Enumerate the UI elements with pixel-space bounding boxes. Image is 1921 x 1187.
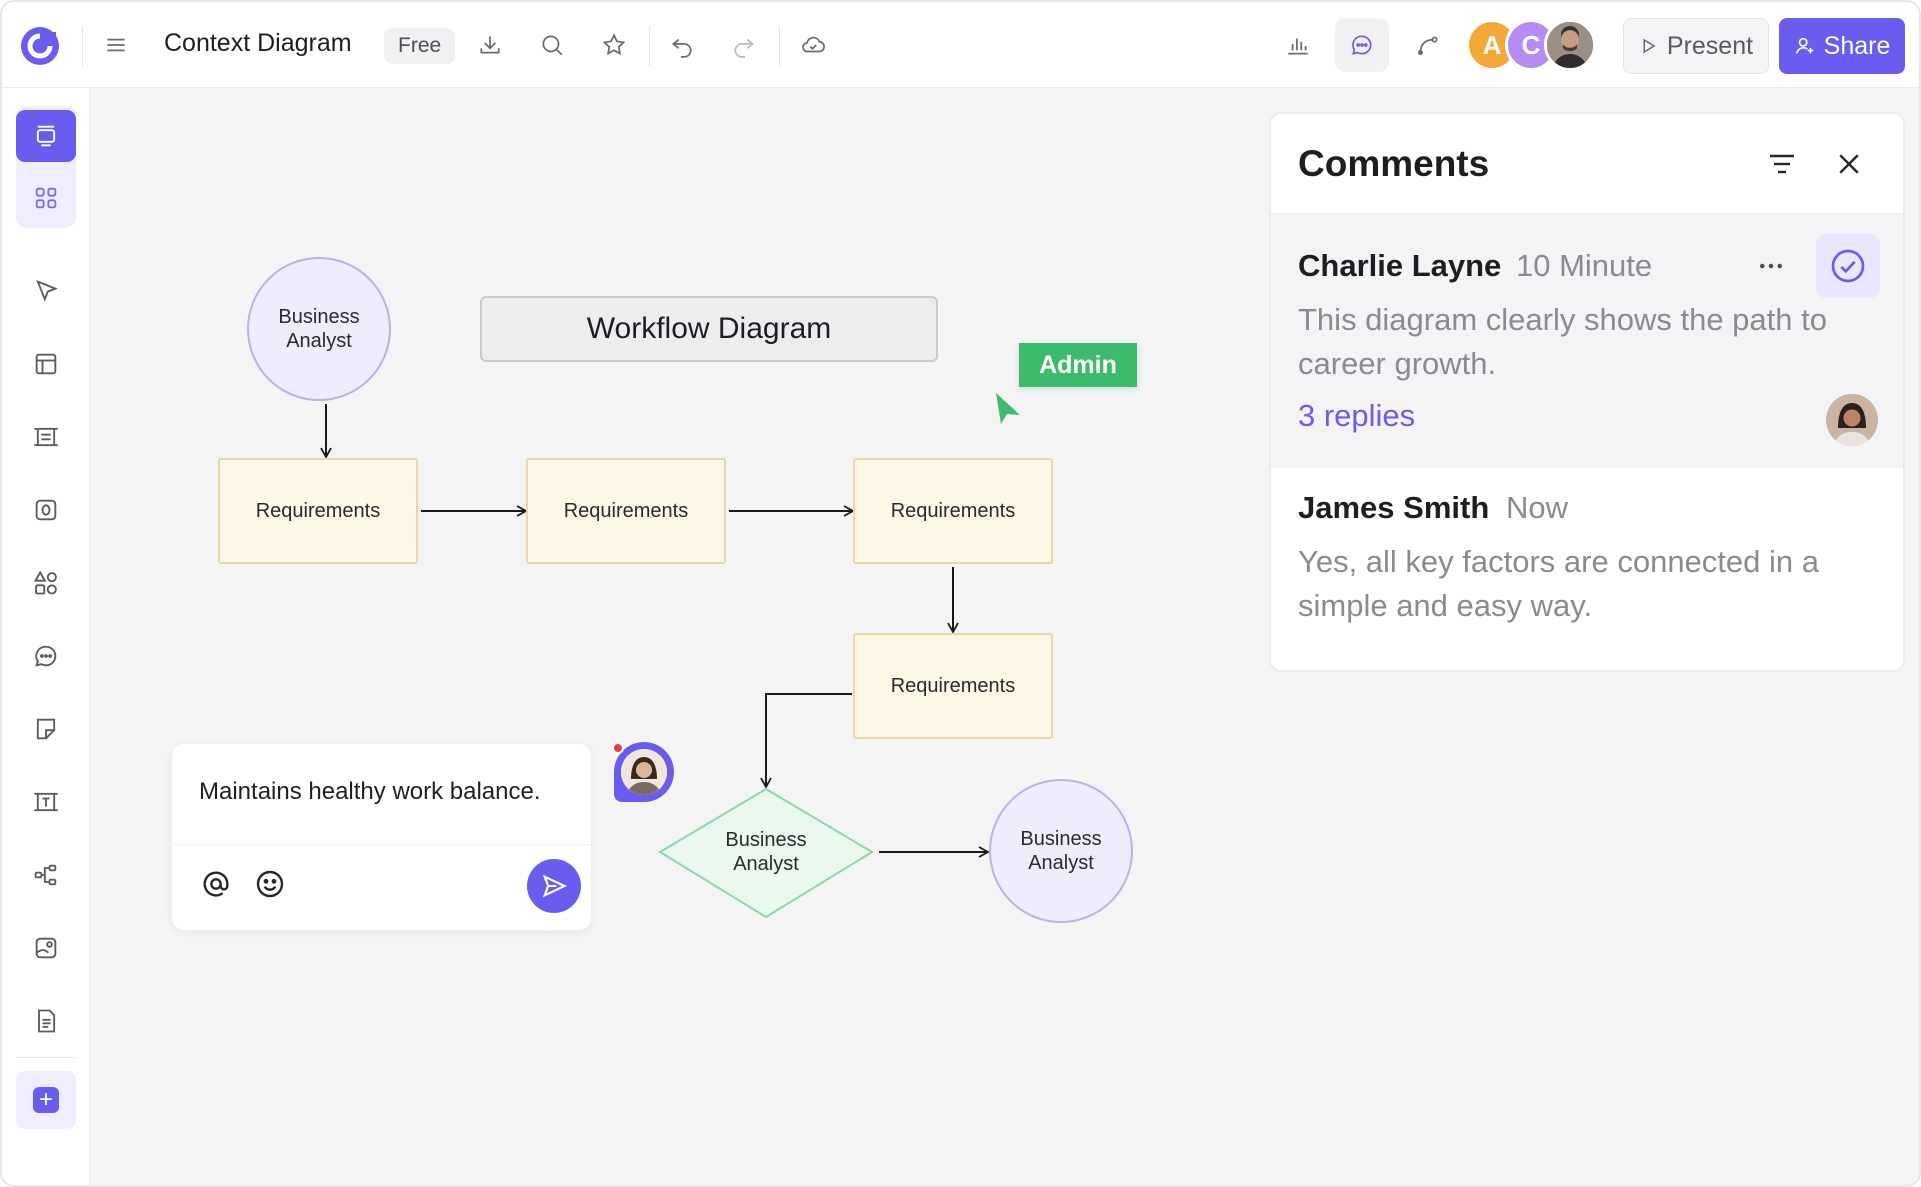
sticky-note-icon[interactable] (16, 703, 76, 755)
reply-avatar (1826, 394, 1878, 446)
node-label: Business Analyst (278, 305, 360, 352)
star-icon[interactable] (591, 22, 637, 68)
node-label: Requirements (255, 499, 381, 522)
add-icon[interactable]: + (16, 1071, 76, 1129)
send-icon (542, 874, 567, 898)
comment-text: Yes, all key factors are connected in a … (1298, 544, 1819, 623)
grid-icon[interactable] (16, 172, 76, 224)
avatar[interactable] (1544, 19, 1596, 71)
image-icon[interactable] (16, 922, 76, 974)
app-window: Context Diagram Free A C Present Share +… (0, 0, 1921, 1187)
admin-cursor-label: Admin (1019, 343, 1137, 387)
requirements-node-1[interactable]: Requirements (218, 458, 418, 564)
comments-panel: Comments Charlie Layne 10 Minute This di… (1269, 112, 1905, 672)
node-label: Requirements (890, 499, 1016, 522)
redo-icon[interactable] (721, 22, 767, 68)
tool-sidebar: + (2, 88, 90, 1185)
diagram-canvas[interactable]: Business Analyst Workflow Diagram Admin … (91, 89, 1919, 1185)
plan-badge: Free (384, 28, 456, 64)
close-icon[interactable] (1829, 144, 1869, 184)
requirements-node-2[interactable]: Requirements (526, 458, 726, 564)
cloud-sync-icon[interactable] (790, 22, 836, 68)
node-label: Business Analyst (1020, 827, 1102, 874)
connector-arrow (760, 693, 852, 789)
emoji-icon[interactable] (250, 864, 290, 904)
frames-icon[interactable] (16, 110, 76, 162)
mindmap-icon[interactable] (16, 849, 76, 901)
pointer-icon[interactable] (16, 265, 76, 317)
top-toolbar: Context Diagram Free A C Present Share (2, 2, 1919, 88)
menu-icon[interactable] (93, 22, 139, 68)
shapes-icon[interactable] (16, 557, 76, 609)
toolbar-divider (779, 26, 780, 66)
comment-time: Now (1506, 490, 1569, 525)
comment-text: This diagram clearly shows the path to c… (1298, 302, 1827, 381)
check-circle-icon (1831, 249, 1865, 283)
comments-toggle-icon[interactable] (1335, 18, 1389, 72)
business-analyst-end-node[interactable]: Business Analyst (989, 779, 1133, 923)
app-logo-icon[interactable] (16, 22, 64, 70)
business-analyst-start-node[interactable]: Business Analyst (247, 257, 391, 401)
composer-divider (172, 844, 591, 845)
diagram-title[interactable]: Workflow Diagram (480, 296, 938, 362)
mention-icon[interactable] (196, 864, 236, 904)
comment-thread[interactable]: Charlie Layne 10 Minute This diagram cle… (1271, 214, 1903, 468)
comments-panel-header: Comments (1271, 114, 1903, 214)
add-person-icon (1795, 37, 1813, 54)
comment-composer[interactable]: Maintains healthy work balance. (172, 744, 591, 930)
share-label: Share (1823, 31, 1891, 60)
present-label: Present (1666, 31, 1754, 60)
avatar-initial: A (1482, 29, 1502, 60)
comment-author: James Smith (1298, 490, 1490, 525)
layout-icon[interactable] (16, 338, 76, 390)
document-title[interactable]: Context Diagram (164, 29, 352, 58)
node-label: Requirements (563, 499, 689, 522)
requirements-node-4[interactable]: Requirements (853, 633, 1053, 739)
filter-icon[interactable] (1762, 144, 1802, 184)
text-frame-icon[interactable] (16, 776, 76, 828)
notification-dot (612, 742, 624, 754)
node-label: Requirements (890, 674, 1016, 697)
document-icon[interactable] (16, 995, 76, 1047)
avatar-initial: C (1521, 29, 1541, 60)
comments-panel-title: Comments (1298, 143, 1490, 184)
present-button[interactable]: Present (1623, 18, 1769, 74)
comment-input[interactable]: Maintains healthy work balance. (199, 778, 541, 806)
search-icon[interactable] (529, 22, 575, 68)
admin-cursor-icon (996, 393, 1020, 424)
sidebar-divider (16, 1057, 76, 1058)
send-button[interactable] (527, 859, 581, 913)
replies-link[interactable]: 3 replies (1298, 398, 1415, 434)
toolbar-divider (649, 26, 650, 66)
download-icon[interactable] (467, 22, 513, 68)
resolve-button[interactable] (1816, 234, 1880, 298)
share-button[interactable]: Share (1779, 18, 1905, 74)
frame-list-icon[interactable] (16, 411, 76, 463)
requirements-node-3[interactable]: Requirements (853, 458, 1053, 564)
undo-icon[interactable] (659, 22, 705, 68)
more-options-icon[interactable] (1751, 246, 1791, 286)
comment-author: Charlie Layne (1298, 248, 1502, 283)
node-label: Business Analyst (725, 828, 807, 875)
toolbar-divider (82, 26, 83, 66)
play-icon (1643, 38, 1656, 54)
comment-time: 10 Minute (1516, 248, 1653, 283)
decision-label: Business Analyst (681, 817, 851, 887)
analytics-icon[interactable] (1275, 22, 1321, 68)
connectors (320, 404, 990, 919)
comment-icon[interactable] (16, 630, 76, 682)
connector-icon[interactable] (1405, 22, 1451, 68)
shape-o-icon[interactable] (16, 484, 76, 536)
